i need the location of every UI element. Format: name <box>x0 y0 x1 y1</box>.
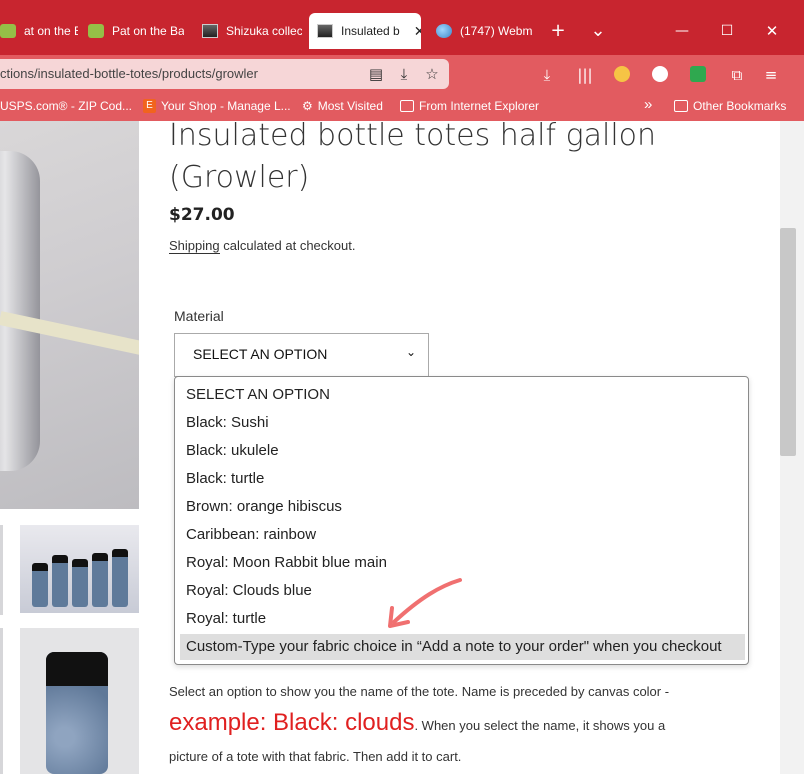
tote-shape <box>32 563 48 607</box>
bookmark-label: From Internet Explorer <box>419 99 540 113</box>
scrollbar-thumb[interactable] <box>780 228 796 456</box>
tab-webm[interactable]: (1747) Webm <box>428 13 532 49</box>
product-price: $27.00 <box>169 205 235 225</box>
tab-label: at on the Ba <box>24 24 78 38</box>
annotation-arrow-icon <box>388 578 462 628</box>
shopify-icon <box>88 24 104 38</box>
reader-view-icon[interactable]: ▤ <box>366 64 386 84</box>
downloads-icon[interactable]: ⤓ <box>536 64 558 86</box>
navigation-toolbar: ctions/insulated-bottle-totes/products/g… <box>0 55 804 93</box>
bookmark-label: Your Shop - Manage L... <box>161 99 291 113</box>
thumbnail-edge[interactable] <box>0 525 3 615</box>
maximize-button[interactable]: ☐ <box>713 18 741 44</box>
minimize-button[interactable]: — <box>668 18 696 44</box>
shipping-note: Shipping calculated at checkout. <box>169 238 356 254</box>
close-tab-icon[interactable]: ✕ <box>414 23 421 40</box>
address-bar[interactable]: ctions/insulated-bottle-totes/products/g… <box>0 59 449 89</box>
dropdown-option[interactable]: Caribbean: rainbow <box>180 522 745 548</box>
bookmark-usps[interactable]: USPS.com® - ZIP Cod... <box>0 99 132 113</box>
tote-shape <box>72 559 88 607</box>
close-window-button[interactable]: ✕ <box>758 18 786 44</box>
help-line-2: . When you select the name, it shows you… <box>414 718 666 733</box>
profile-icon[interactable] <box>652 66 668 82</box>
tab-shizuka[interactable]: Shizuka collec <box>194 13 302 49</box>
dropdown-option[interactable]: Royal: Moon Rabbit blue main <box>180 550 745 576</box>
bookmark-label: Most Visited <box>317 99 383 113</box>
dropdown-option[interactable]: SELECT AN OPTION <box>180 382 745 408</box>
tab-label: Insulated b <box>341 24 400 38</box>
checkmark-extension-icon[interactable] <box>690 66 706 82</box>
tab-insulated-active[interactable]: Insulated b ✕ <box>309 13 421 49</box>
product-title: Insulated bottle totes half gallon (Grow… <box>169 121 657 195</box>
extension-icon[interactable] <box>614 66 630 82</box>
gear-icon: ⚙ <box>302 99 313 113</box>
tab-label: Shizuka collec <box>226 24 302 38</box>
etsy-icon: E <box>143 99 156 113</box>
help-example: example: Black: clouds <box>169 709 415 736</box>
chevron-down-icon: ⌄ <box>405 345 416 359</box>
tote-bag-top <box>46 652 108 686</box>
material-select[interactable]: SELECT AN OPTION ⌄ <box>174 333 429 377</box>
tote-shape <box>92 553 108 607</box>
globe-icon <box>436 24 452 38</box>
folder-icon <box>400 100 414 112</box>
help-line-3: picture of a tote with that fabric. Then… <box>169 749 462 764</box>
other-bookmarks[interactable]: Other Bookmarks <box>674 99 786 113</box>
page-content: Insulated bottle totes half gallon (Grow… <box>0 121 780 774</box>
tab-shopify-2[interactable]: Pat on the Bac <box>80 13 184 49</box>
new-tab-button[interactable]: + <box>544 18 572 44</box>
tab-shopify-1[interactable]: at on the Ba <box>0 13 78 49</box>
help-line-1: Select an option to show you the name of… <box>169 684 670 699</box>
help-text: Select an option to show you the name of… <box>169 676 769 772</box>
extensions-puzzle-icon[interactable]: ⧉ <box>726 64 748 86</box>
tab-label: Pat on the Bac <box>112 24 184 38</box>
tote-shape <box>52 555 68 607</box>
bookmark-internet-explorer[interactable]: From Internet Explorer <box>400 99 539 113</box>
bookmarks-overflow-button[interactable]: » <box>644 96 652 113</box>
thumbnail-edge[interactable] <box>0 628 3 774</box>
bookmark-label: Other Bookmarks <box>693 99 787 113</box>
menu-icon[interactable]: ≡ <box>760 64 782 86</box>
shipping-link[interactable]: Shipping <box>169 238 220 254</box>
material-label: Material <box>174 308 224 324</box>
bookmark-label: USPS.com® - ZIP Cod... <box>0 99 132 113</box>
select-value: SELECT AN OPTION <box>193 346 328 362</box>
tab-bar: at on the Ba Pat on the Bac Shizuka coll… <box>0 0 804 55</box>
tab-label: (1747) Webm <box>460 24 532 38</box>
dropdown-option-highlighted[interactable]: Custom-Type your fabric choice in “Add a… <box>180 634 745 660</box>
photo-icon <box>202 24 218 38</box>
product-main-image[interactable] <box>0 121 139 509</box>
shipping-note-text: calculated at checkout. <box>219 238 356 253</box>
product-thumbnail-group[interactable] <box>20 525 139 613</box>
product-thumbnail-tote[interactable] <box>20 628 139 774</box>
tote-shape <box>112 549 128 607</box>
bookmark-star-icon[interactable]: ☆ <box>422 64 442 84</box>
bookmark-etsy[interactable]: E Your Shop - Manage L... <box>143 99 291 113</box>
save-to-pocket-icon[interactable]: ⤓ <box>394 64 414 84</box>
dropdown-option[interactable]: Black: ukulele <box>180 438 745 464</box>
library-icon[interactable]: ||| <box>574 64 596 86</box>
shopify-icon <box>0 24 16 38</box>
url-text[interactable]: ctions/insulated-bottle-totes/products/g… <box>0 66 258 81</box>
folder-icon <box>674 100 688 112</box>
bookmark-most-visited[interactable]: ⚙ Most Visited <box>302 99 383 113</box>
dropdown-option[interactable]: Brown: orange hibiscus <box>180 494 745 520</box>
bookmarks-bar: USPS.com® - ZIP Cod... E Your Shop - Man… <box>0 93 804 121</box>
dropdown-option[interactable]: Black: turtle <box>180 466 745 492</box>
photo-icon <box>317 24 333 38</box>
tab-list-button[interactable]: ⌄ <box>584 18 612 44</box>
bottle-shape <box>0 151 40 471</box>
dropdown-option[interactable]: Black: Sushi <box>180 410 745 436</box>
